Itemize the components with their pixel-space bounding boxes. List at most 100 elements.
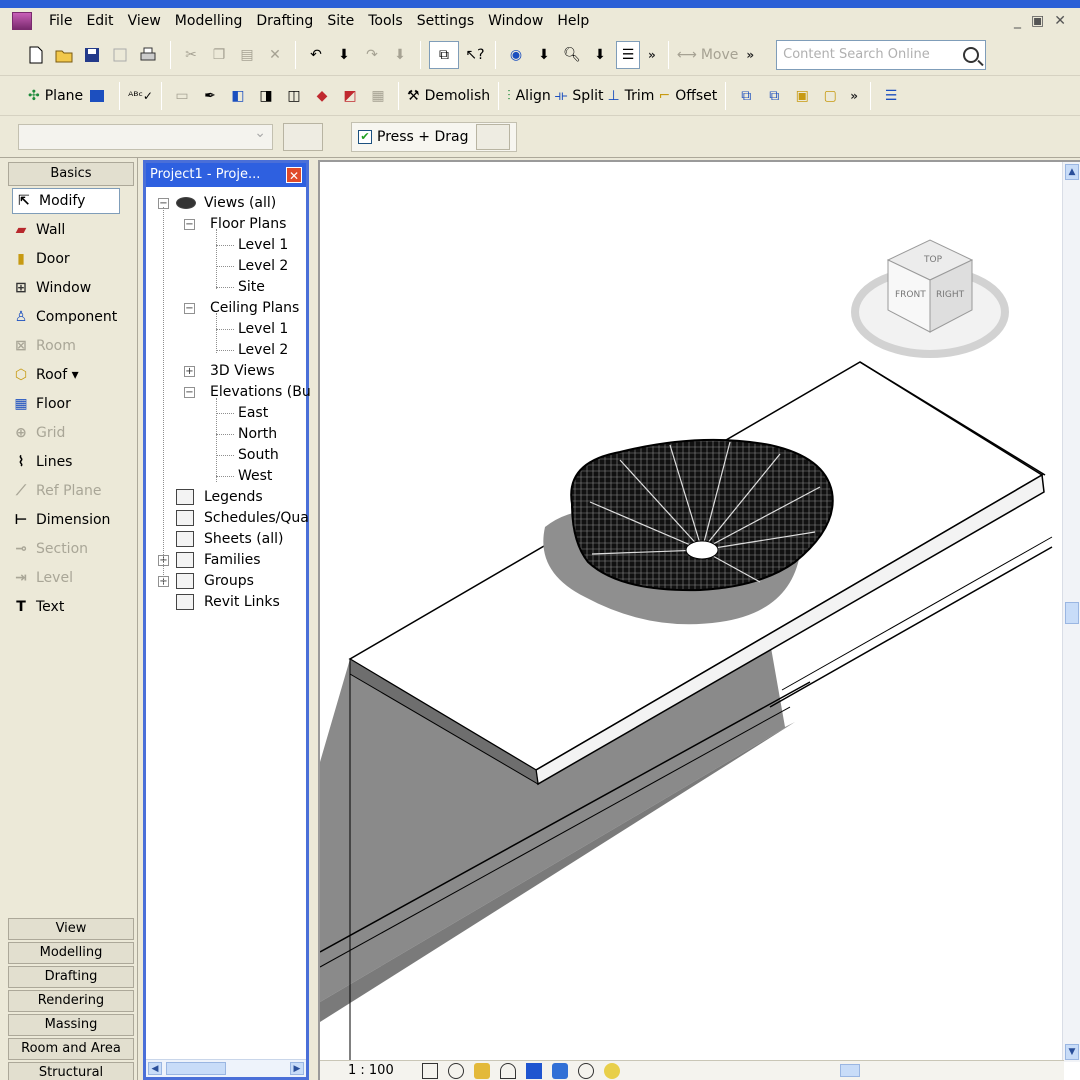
collapse-icon[interactable]: − [184,219,195,230]
tool-window[interactable]: ⊞ Window [10,275,136,301]
new-button[interactable] [26,41,50,69]
cut-button[interactable]: ✂ [179,41,203,69]
scroll-thumb[interactable] [166,1062,226,1075]
revit-app-icon[interactable] [12,12,32,30]
tool-arrow-cursor[interactable]: ⇱ Modify [12,188,120,214]
view-scale[interactable]: 1 : 100 [348,1063,422,1078]
toolbar-overflow-icon[interactable]: » [648,48,656,62]
menu-drafting[interactable]: Drafting [249,13,320,29]
show-plane-button[interactable] [87,82,111,110]
collapse-icon[interactable]: − [184,387,195,398]
tree-node[interactable]: Revit Links [204,592,280,612]
undo-button[interactable]: ↶ [304,41,328,69]
tree-node[interactable]: North [238,424,277,444]
tree-node[interactable]: Sheets (all) [204,529,284,549]
thin-lines-button[interactable]: ☰ [616,40,640,69]
minimize-icon[interactable]: _ [1014,13,1021,29]
close-icon[interactable]: ✕ [286,167,302,183]
tool-door[interactable]: ▮ Door [10,246,136,272]
split-button[interactable]: ⟛ Split [555,82,604,110]
shadows-icon[interactable] [474,1062,490,1079]
delete-button[interactable]: ✕ [263,41,287,69]
scroll-up-icon[interactable]: ▲ [1065,164,1079,180]
offset-button[interactable]: ⌐ Offset [658,82,717,110]
tree-node[interactable]: Level 2 [238,340,288,360]
tool-roof[interactable]: ⬡ Roof ▾ [10,362,136,388]
tool-component[interactable]: ♙ Component [10,304,136,330]
filter-button[interactable] [476,123,511,150]
3d-view-canvas[interactable]: TOP FRONT RIGHT ▲ ▼ 1 : 100 [318,160,1080,1080]
open-button[interactable] [54,41,78,69]
print-button[interactable] [138,41,162,69]
expand-icon[interactable]: + [184,366,195,377]
toolbar-overflow-icon[interactable]: » [850,89,858,103]
tool-c-button[interactable]: ◫ [282,82,306,110]
tab-view[interactable]: View [8,918,134,940]
move-button[interactable]: ⟷ Move [677,41,739,69]
undo-dropdown[interactable]: ⬇ [332,41,356,69]
zoom-dropdown[interactable]: ⬇ [588,41,612,69]
restore-icon[interactable]: ▣ [1031,13,1044,29]
tree-node[interactable]: Schedules/Qua [204,508,309,528]
tool-lines[interactable]: ⌇ Lines [10,449,136,475]
tree-node[interactable]: Level 2 [238,256,288,276]
tool-b-button[interactable]: ◨ [254,82,278,110]
tree-node[interactable]: Level 1 [238,319,288,339]
menu-file[interactable]: File [42,13,79,29]
scroll-down-icon[interactable]: ▼ [1065,1044,1079,1060]
element-properties-button[interactable] [283,122,323,151]
tree-node[interactable]: Families [204,550,261,570]
toolbar-overflow-icon[interactable]: » [746,48,754,62]
eyedropper-button[interactable]: ✒ [198,82,222,110]
view-properties-button[interactable]: ☰ [879,82,903,110]
tree-node[interactable]: Level 1 [238,235,288,255]
tree-node[interactable]: Floor Plans [210,214,286,234]
split-face-button[interactable]: ◩ [338,82,362,110]
tool-section[interactable]: ⊸ Section [10,536,136,562]
tool-ref-plane[interactable]: ⟋ Ref Plane [10,478,136,504]
type-selector[interactable] [18,123,273,150]
tab-basics[interactable]: Basics [8,162,134,186]
tree-node[interactable]: Views (all) [204,193,276,213]
tab-massing[interactable]: Massing [8,1014,134,1036]
menu-view[interactable]: View [121,13,168,29]
redo-button[interactable]: ↷ [360,41,384,69]
menu-settings[interactable]: Settings [410,13,481,29]
ungroup-button[interactable]: ▢ [818,82,842,110]
group-button[interactable]: ▣ [790,82,814,110]
tool-floor[interactable]: ▦ Floor [10,391,136,417]
viewcube[interactable]: TOP FRONT RIGHT [851,239,1009,358]
demolish-button[interactable]: ⚒ Demolish [407,82,490,110]
save-button[interactable] [82,41,106,69]
sync-button[interactable] [110,41,134,69]
tree-node[interactable]: Groups [204,571,254,591]
scroll-left-icon[interactable]: ◀ [148,1062,162,1075]
close-icon[interactable]: ✕ [1054,13,1066,29]
browser-horizontal-scrollbar[interactable]: ◀ ▶ [146,1059,306,1077]
view-horizontal-scroll-thumb[interactable] [840,1064,860,1077]
reveal-hidden-icon[interactable] [604,1062,620,1079]
scroll-thumb[interactable] [1065,602,1079,624]
tree-node[interactable]: East [238,403,268,423]
zoom-button[interactable]: 🔍︎ [560,41,584,69]
tab-room-and-area[interactable]: Room and Area [8,1038,134,1060]
align-button[interactable]: ⫶ Align [507,82,551,110]
scroll-right-icon[interactable]: ▶ [290,1062,304,1075]
steering-wheel-button[interactable]: ◉ [504,41,528,69]
tool-level[interactable]: ⇥ Level [10,565,136,591]
checkbox-checked-icon[interactable]: ✔ [358,129,372,144]
tool-text[interactable]: T Text [10,594,136,620]
paint-button[interactable]: ◆ [310,82,334,110]
tree-node[interactable]: Site [238,277,265,297]
tab-structural[interactable]: Structural [8,1062,134,1080]
crop-region-icon[interactable] [552,1062,568,1079]
menu-site[interactable]: Site [320,13,361,29]
tab-modelling[interactable]: Modelling [8,942,134,964]
temporary-hide-icon[interactable] [578,1062,594,1079]
sun-path-icon[interactable] [500,1062,516,1079]
tree-node[interactable]: Elevations (Bu [210,382,311,402]
tool-room[interactable]: ⊠ Room [10,333,136,359]
collapse-icon[interactable]: − [184,303,195,314]
wheel-dropdown[interactable]: ⬇ [532,41,556,69]
view-vertical-scrollbar[interactable]: ▲ ▼ [1062,162,1080,1062]
